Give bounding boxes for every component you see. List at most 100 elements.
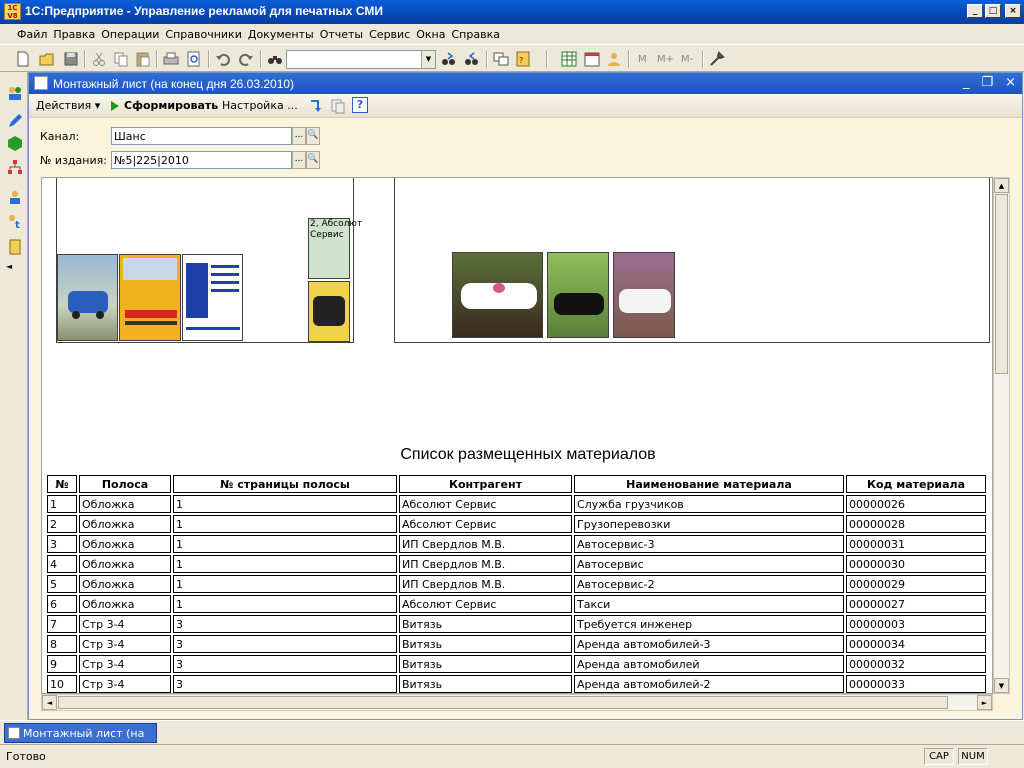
table-row[interactable]: 6 Обложка 1 Абсолют Сервис Такси 00000027 [47,595,986,613]
cell-page: 1 [173,575,397,593]
cell-number: 9 [47,655,77,673]
table-row[interactable]: 3 Обложка 1 ИП Свердлов М.В. Автосервис-3 000… [47,535,986,553]
table-icon[interactable] [560,50,578,68]
channel-select-button[interactable]: ... [292,127,306,145]
expand-arrow-icon[interactable]: ◄ [6,262,24,280]
vertical-scroll-thumb[interactable] [995,194,1008,374]
channel-search-icon[interactable]: 🔍 [306,127,320,145]
table-row[interactable]: 2 Обложка 1 Абсолют Сервис Грузоперевозки 000… [47,515,986,533]
menu-operations[interactable]: Операции [98,24,162,44]
user-help-icon[interactable] [605,50,623,68]
cube-icon[interactable] [6,134,24,152]
ad-image-rental[interactable] [182,254,243,341]
chevron-down-icon[interactable]: ▼ [421,51,435,68]
memory-plus-button[interactable]: M+ [657,54,674,65]
table-row[interactable]: 7 Стр 3-4 3 Витязь Требуется инженер 00000003 [47,615,986,633]
cell-code: 00000033 [846,675,986,693]
table-row[interactable]: 9 Стр 3-4 3 Витязь Аренда автомобилей 0000003… [47,655,986,673]
menu-reports[interactable]: Отчеты [317,24,366,44]
table-row[interactable]: 5 Обложка 1 ИП Свердлов М.В. Автосервис-2 000… [47,575,986,593]
menu-catalogs[interactable]: Справочники [162,24,244,44]
windows-icon[interactable] [492,50,510,68]
report-restore-button[interactable]: ❐ [981,75,993,90]
cell-code: 00000032 [846,655,986,673]
help-button[interactable]: ? [352,97,368,113]
ad-image-limo-2[interactable] [547,252,609,338]
copy-report-icon[interactable] [329,97,347,115]
table-row[interactable]: 10 Стр 3-4 3 Витязь Аренда автомобилей-2 0000… [47,675,986,693]
users-icon[interactable] [6,84,24,102]
window-tab-report[interactable]: Монтажный лист (на к... [4,723,157,753]
horizontal-scroll-thumb[interactable] [58,696,948,709]
scroll-down-icon[interactable]: ▼ [994,678,1009,693]
table-row[interactable]: 1 Обложка 1 Абсолют Сервис Служба грузчиков 0… [47,495,986,513]
copy-icon[interactable] [112,50,130,68]
pencil-icon[interactable] [6,112,24,130]
table-row[interactable]: 8 Стр 3-4 3 Витязь Аренда автомобилей-3 00000… [47,635,986,653]
ad-image-autoservice[interactable] [119,254,181,341]
hierarchy-icon[interactable] [6,158,24,176]
minimize-button[interactable]: _ [967,4,983,18]
memory-m-button[interactable]: M [638,54,647,65]
cell-number: 3 [47,535,77,553]
scroll-right-icon[interactable]: ► [977,695,992,710]
menu-help[interactable]: Справка [449,24,503,44]
open-folder-icon[interactable] [38,50,56,68]
issue-search-icon[interactable]: 🔍 [306,151,320,169]
undo-icon[interactable] [214,50,232,68]
report-window-title: Монтажный лист (на конец дня 26.03.2010) [53,77,295,91]
scroll-up-icon[interactable]: ▲ [994,178,1009,193]
redo-icon[interactable] [237,50,255,68]
issue-field[interactable]: №5|225|2010 [111,151,292,169]
table-row[interactable]: 4 Обложка 1 ИП Свердлов М.В. Автосервис 00000… [47,555,986,573]
cell-page: 3 [173,655,397,673]
search-combo[interactable]: ▼ [286,50,436,69]
cut-icon[interactable] [90,50,108,68]
cell-strip: Обложка [79,595,171,613]
user-text-icon[interactable]: t [6,212,24,231]
issue-select-button[interactable]: ... [292,151,306,169]
channel-field[interactable]: Шанс [111,127,292,145]
print-preview-icon[interactable] [185,50,203,68]
column-header-strip: Полоса [79,475,171,493]
report-close-button[interactable]: × [1005,75,1016,90]
ad-image-limo-1[interactable] [452,252,543,338]
report-minimize-button[interactable]: _ [963,75,970,90]
cell-page: 3 [173,635,397,653]
print-icon[interactable] [162,50,180,68]
search-next-icon[interactable] [440,50,458,68]
maximize-button[interactable]: □ [985,4,1001,18]
tools-icon[interactable] [708,50,726,68]
save-icon[interactable] [62,50,80,68]
menu-service[interactable]: Сервис [366,24,413,44]
find-binoculars-icon[interactable] [266,50,284,68]
report-area[interactable]: 2, Абсолют Сервис Список размещенных мат… [41,177,993,694]
refresh-icon[interactable] [307,97,325,115]
user-group-icon[interactable] [6,188,24,206]
settings-button[interactable]: Настройка ... [222,99,298,112]
calendar-icon[interactable] [583,50,601,68]
menu-file[interactable]: Файл [14,24,50,44]
cell-strip: Обложка [79,495,171,513]
vertical-scrollbar[interactable]: ▲ ▼ [993,177,1010,694]
actions-menu-button[interactable]: Действия ▾ [36,99,100,112]
ad-image-limo-3[interactable] [613,252,675,338]
ad-image-taxi[interactable] [308,281,350,342]
new-document-icon[interactable] [14,50,32,68]
menu-windows[interactable]: Окна [413,24,448,44]
column-header-page-number: № страницы полосы [173,475,397,493]
cell-code: 00000026 [846,495,986,513]
ad-image-car[interactable] [57,254,118,341]
search-prev-icon[interactable] [463,50,481,68]
generate-button[interactable]: Сформировать [124,99,218,112]
horizontal-scrollbar[interactable]: ◄ ► [41,694,993,711]
menu-edit[interactable]: Правка [50,24,98,44]
menu-documents[interactable]: Документы [245,24,317,44]
calculator-icon[interactable]: ? [514,50,532,68]
memory-minus-button[interactable]: M- [681,54,693,65]
close-button[interactable]: × [1005,4,1021,18]
paste-icon[interactable] [134,50,152,68]
document-icon[interactable] [6,238,24,256]
cell-strip: Обложка [79,575,171,593]
scroll-left-icon[interactable]: ◄ [42,695,57,710]
